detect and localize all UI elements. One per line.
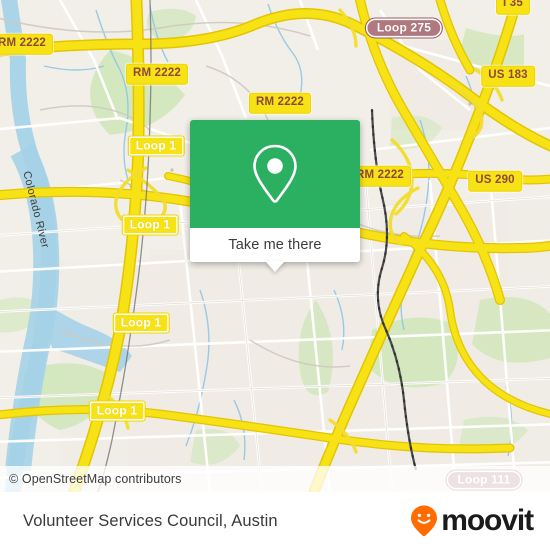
road-shield[interactable]: US 290	[468, 170, 522, 192]
place-title: Volunteer Services Council, Austin	[23, 511, 278, 530]
moovit-wordmark: moovit	[441, 504, 534, 537]
road-shield[interactable]: RM 2222	[248, 92, 312, 114]
road-shield[interactable]: Loop 1	[121, 214, 179, 236]
map-canvas[interactable]: Colorado River RM 2222 RM 2222 RM 2222 RM 2…	[0, 0, 550, 492]
popup-footer[interactable]: Take me there	[190, 228, 360, 272]
map-attribution-bar: © OpenStreetMap contributors	[0, 466, 550, 492]
popup-header	[190, 120, 360, 228]
road-shield[interactable]: Loop 1	[112, 312, 170, 334]
popup-pointer-tail	[265, 261, 285, 272]
road-shield[interactable]: Loop 1	[88, 400, 146, 422]
map-screenshot: Colorado River RM 2222 RM 2222 RM 2222 RM 2…	[0, 0, 550, 550]
moovit-smiley-pin-icon	[411, 505, 438, 537]
page-footer: Volunteer Services Council, Austin moovi…	[0, 492, 550, 550]
road-shield[interactable]: RM 2222	[125, 63, 189, 85]
footer-ghost-layer	[0, 492, 550, 497]
place-popup-card[interactable]: Take me there	[190, 120, 360, 272]
road-shield[interactable]: Loop 1	[127, 135, 185, 157]
moovit-logo[interactable]: moovit	[409, 504, 550, 538]
road-shield[interactable]: I 35	[496, 0, 530, 15]
osm-attribution-text[interactable]: © OpenStreetMap contributors	[0, 472, 182, 486]
map-pin-icon	[253, 144, 297, 203]
take-me-there-label: Take me there	[228, 237, 322, 253]
road-shield[interactable]: US 183	[481, 65, 535, 87]
road-shield[interactable]: RM 2222	[0, 33, 54, 55]
road-shield[interactable]: Loop 275	[364, 17, 444, 39]
